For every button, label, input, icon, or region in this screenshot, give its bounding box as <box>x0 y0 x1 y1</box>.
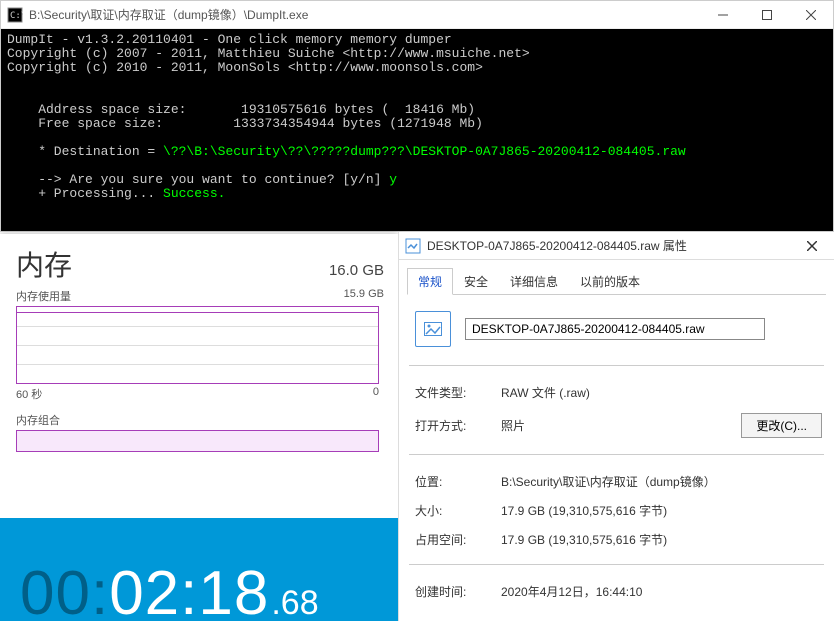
timer-main: 02:18 <box>109 558 269 621</box>
timer-panel: 00: 02:18 .68 <box>0 518 398 621</box>
timer-fraction: .68 <box>271 584 318 621</box>
console-title: B:\Security\取证\内存取证（dump镜像）\DumpIt.exe <box>29 6 701 23</box>
memory-axis-left: 60 秒 <box>16 386 42 402</box>
console-line: Copyright (c) 2007 - 2011, Matthieu Suic… <box>7 46 530 61</box>
size-label: 大小: <box>415 502 501 519</box>
sizeondisk-label: 占用空间: <box>415 531 501 548</box>
console-confirm-question: --> Are you sure you want to continue? [… <box>7 172 389 187</box>
memory-usage-value: 15.9 GB <box>344 288 384 304</box>
console-line: Copyright (c) 2010 - 2011, MoonSols <htt… <box>7 60 483 75</box>
maximize-button[interactable] <box>745 1 789 29</box>
openwith-value: 照片 <box>501 417 741 434</box>
location-label: 位置: <box>415 473 501 490</box>
properties-title: DESKTOP-0A7J865-20200412-084405.raw 属性 <box>427 237 790 254</box>
sizeondisk-value: 17.9 GB (19,310,575,616 字节) <box>501 531 822 548</box>
minimize-button[interactable] <box>701 1 745 29</box>
properties-titlebar[interactable]: DESKTOP-0A7J865-20200412-084405.raw 属性 <box>399 232 834 260</box>
console-window: C:\ B:\Security\取证\内存取证（dump镜像）\DumpIt.e… <box>0 0 834 232</box>
openwith-label: 打开方式: <box>415 417 501 434</box>
memory-composition-label: 内存组合 <box>16 412 384 428</box>
console-confirm-answer: y <box>389 172 397 187</box>
console-output: DumpIt - v1.3.2.20110401 - One click mem… <box>1 29 833 231</box>
file-icon <box>405 238 421 254</box>
tab-previous-versions[interactable]: 以前的版本 <box>569 268 651 295</box>
filetype-value: RAW 文件 (.raw) <box>501 384 822 401</box>
change-button[interactable]: 更改(C)... <box>741 413 822 438</box>
console-processing-label: + Processing... <box>7 186 163 201</box>
console-line: Free space size: 1333734354944 bytes (12… <box>7 116 483 131</box>
tab-details[interactable]: 详细信息 <box>499 268 569 295</box>
properties-dialog: DESKTOP-0A7J865-20200412-084405.raw 属性 常… <box>398 232 834 621</box>
console-status: Success. <box>163 186 225 201</box>
tab-security[interactable]: 安全 <box>453 268 499 295</box>
created-label: 创建时间: <box>415 583 501 600</box>
memory-composition-bar <box>16 430 379 452</box>
close-button[interactable] <box>790 232 834 260</box>
console-dest-label: * Destination = <box>7 144 163 159</box>
console-line: DumpIt - v1.3.2.20110401 - One click mem… <box>7 32 452 47</box>
location-value: B:\Security\取证\内存取证（dump镜像） <box>501 473 822 490</box>
created-value: 2020年4月12日，16:44:10 <box>501 583 822 600</box>
memory-total: 16.0 GB <box>329 262 384 279</box>
svg-text:C:\: C:\ <box>10 11 23 21</box>
memory-axis-right: 0 <box>373 386 379 402</box>
timer-hours: 00: <box>20 558 109 621</box>
memory-usage-label: 内存使用量 <box>16 288 71 304</box>
filetype-label: 文件类型: <box>415 384 501 401</box>
close-button[interactable] <box>789 1 833 29</box>
app-icon: C:\ <box>7 7 23 23</box>
filename-input[interactable] <box>465 318 765 340</box>
memory-chart <box>16 306 379 384</box>
size-value: 17.9 GB (19,310,575,616 字节) <box>501 502 822 519</box>
tab-bar: 常规 安全 详细信息 以前的版本 <box>407 268 826 295</box>
file-type-icon <box>415 311 451 347</box>
memory-title: 内存 <box>16 244 72 284</box>
console-dest-path: \??\B:\Security\??\?????dump???\DESKTOP-… <box>163 144 686 159</box>
tab-general[interactable]: 常规 <box>407 268 453 295</box>
console-titlebar[interactable]: C:\ B:\Security\取证\内存取证（dump镜像）\DumpIt.e… <box>1 1 833 29</box>
console-line: Address space size: 19310575616 bytes ( … <box>7 102 475 117</box>
